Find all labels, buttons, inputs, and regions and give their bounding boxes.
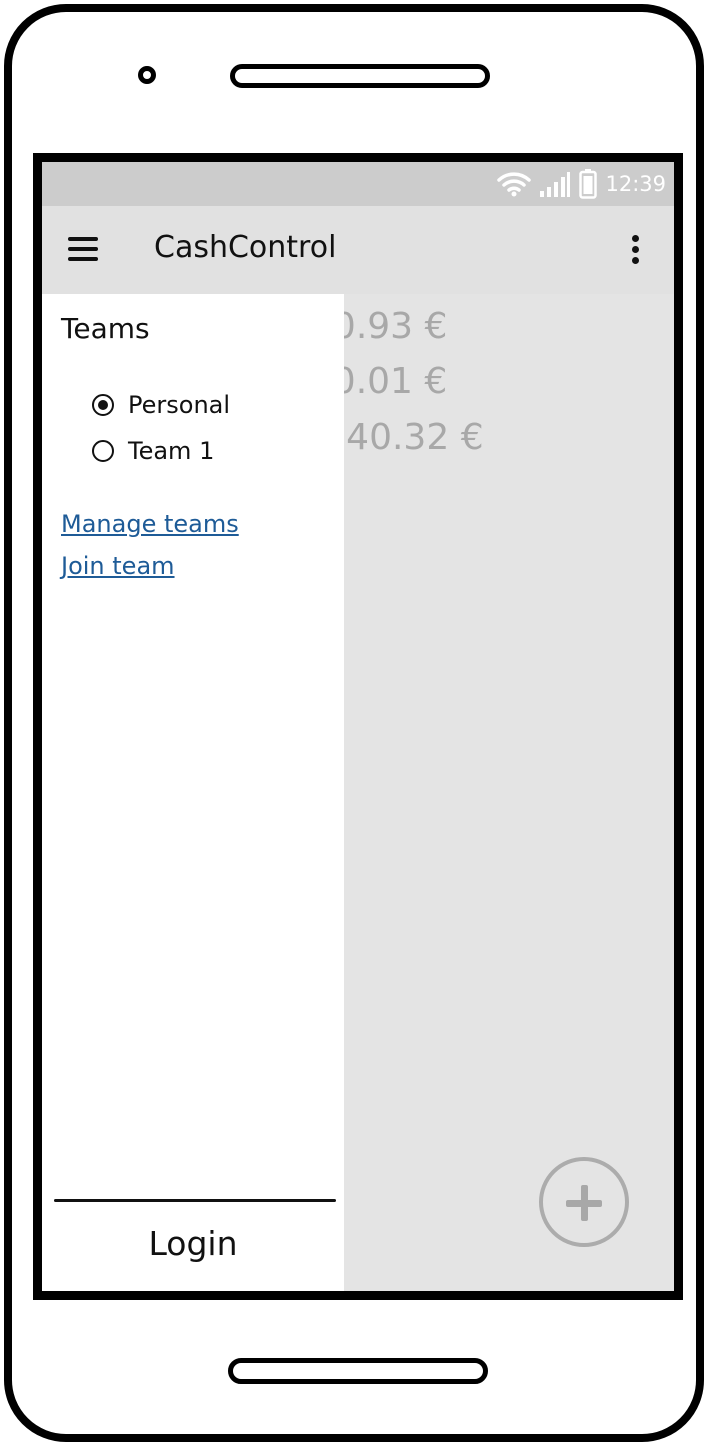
join-team-link[interactable]: Join team: [61, 552, 175, 580]
speaker-bottom: [228, 1358, 488, 1384]
battery-icon: [579, 169, 598, 199]
speaker-top: [230, 64, 490, 88]
login-button[interactable]: Login: [42, 1209, 344, 1279]
radio-selected-icon[interactable]: [92, 394, 114, 416]
team-option-team-1[interactable]: Team 1: [92, 437, 214, 465]
team-option-label: Personal: [128, 391, 231, 419]
status-time: 12:39: [605, 172, 666, 196]
more-vert-icon[interactable]: [630, 234, 640, 266]
add-expense-button[interactable]: [539, 1157, 629, 1247]
screen: 12:39 CashControl e - 20.93 € o - 70.01 …: [33, 153, 683, 1300]
radio-unselected-icon[interactable]: [92, 440, 114, 462]
app-title: CashControl: [154, 230, 337, 265]
navigation-drawer: Teams Personal Team 1 Manage teams Join …: [42, 294, 344, 1291]
app-bar: CashControl: [42, 206, 674, 294]
team-option-label: Team 1: [128, 437, 215, 465]
team-option-personal[interactable]: Personal: [92, 391, 230, 419]
signal-icon: [540, 172, 571, 197]
drawer-divider: [54, 1199, 336, 1202]
manage-teams-link[interactable]: Manage teams: [61, 510, 239, 538]
status-bar: 12:39: [42, 162, 674, 206]
status-icons: 12:39: [497, 168, 666, 200]
hamburger-menu-icon[interactable]: [68, 237, 100, 263]
wifi-icon: [497, 172, 532, 197]
camera-icon: [138, 66, 156, 84]
drawer-title: Teams: [61, 312, 150, 345]
